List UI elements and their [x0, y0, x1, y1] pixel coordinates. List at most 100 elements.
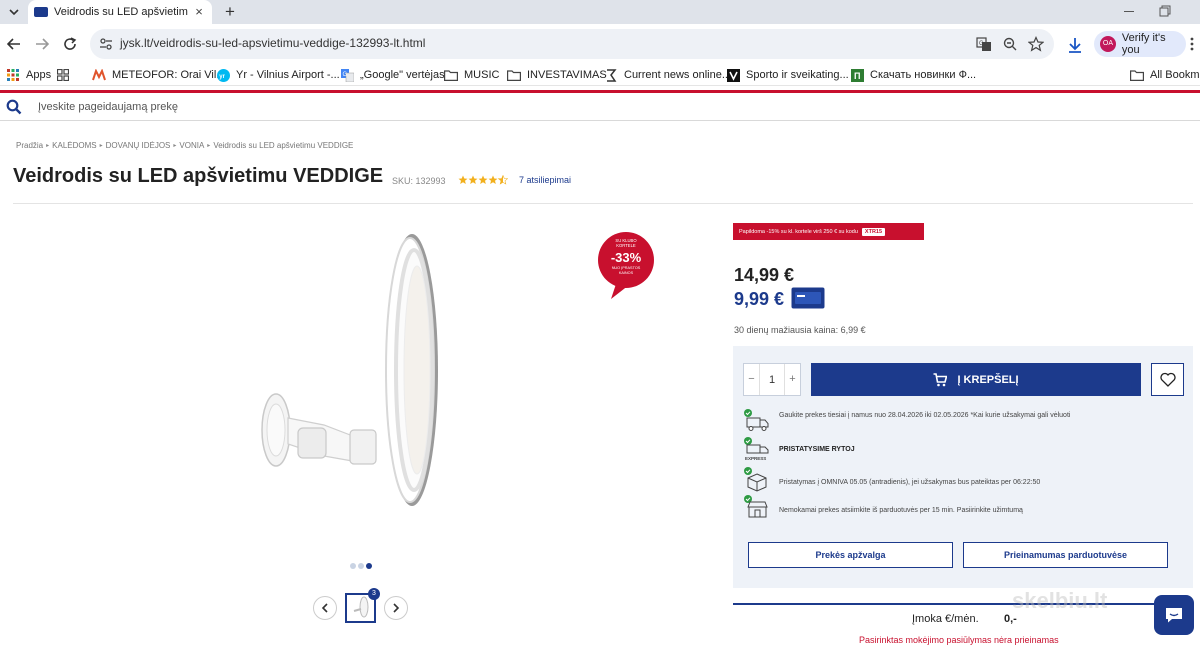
- reload-icon[interactable]: [60, 34, 80, 54]
- window-minimize-icon[interactable]: [1124, 11, 1134, 12]
- store-pickup-text: Nemokamai prekes atsiimkite iš parduotuv…: [779, 507, 1023, 514]
- search-icon[interactable]: [6, 99, 22, 115]
- address-bar[interactable]: jysk.lt/veidrodis-su-led-apsvietimu-vedd…: [90, 29, 1054, 59]
- gallery-dot[interactable]: [350, 563, 356, 569]
- breadcrumb-link[interactable]: KALĖDOMS: [52, 141, 96, 150]
- gallery-next-button[interactable]: [384, 596, 408, 620]
- product-image[interactable]: [254, 230, 454, 530]
- bookmark-label: All Bookmarks: [1150, 69, 1200, 81]
- tab-title: Veidrodis su LED apšvietimu VE: [54, 6, 188, 18]
- bookmark-skachat[interactable]: П Скачать новинки Ф...: [850, 67, 976, 83]
- star-icon: [488, 175, 498, 184]
- bookmark-meteofor[interactable]: METEOFOR: Orai Vil...: [92, 67, 225, 83]
- news-icon: [604, 68, 618, 82]
- bookmark-label: INVESTAVIMAS: [527, 69, 607, 81]
- breadcrumb-link[interactable]: VONIA: [179, 141, 204, 150]
- bookmark-sporto[interactable]: Sporto ir sveikating...: [726, 67, 849, 83]
- chat-icon: [1166, 608, 1182, 623]
- bookmark-music[interactable]: MUSIC: [444, 67, 499, 83]
- express-delivery-text: PRISTATYSIME RYTOJ: [779, 446, 855, 453]
- search-input[interactable]: [38, 97, 538, 117]
- back-icon[interactable]: [4, 34, 24, 54]
- gallery-count-badge: 3: [368, 588, 380, 600]
- bookmark-yr[interactable]: yr Yr - Vilnius Airport -...: [216, 67, 340, 83]
- v-icon: [726, 68, 740, 82]
- browser-menu-icon[interactable]: [1190, 37, 1194, 51]
- reviews-link[interactable]: 7 atsiliepimai: [519, 175, 571, 185]
- club-price: 9,99 €: [734, 289, 785, 309]
- site-info-icon[interactable]: [98, 36, 114, 52]
- watermark: skelbiu.lt: [1012, 588, 1108, 613]
- zoom-icon[interactable]: [1002, 36, 1018, 52]
- lowest-price-30d: 30 dienų mažiausia kaina: 6,99 €: [734, 325, 866, 335]
- wishlist-button[interactable]: [1151, 363, 1184, 396]
- bookmark-current-news[interactable]: Current news online...: [604, 67, 731, 83]
- installment-value: 0,-: [1004, 613, 1017, 625]
- cart-icon: [933, 372, 948, 386]
- bookmark-label: METEOFOR: Orai Vil...: [112, 69, 226, 81]
- quantity-input[interactable]: [759, 364, 785, 395]
- badge-line: KAINOS: [619, 271, 634, 275]
- badge-discount: -33%: [611, 250, 642, 265]
- chat-button[interactable]: [1154, 595, 1194, 635]
- promo-text: Papildoma -15% su kl. kortele virš 250 €…: [739, 228, 858, 235]
- folder-icon: [507, 68, 521, 82]
- omniva-delivery-row: Pristatymas į OMNIVA 05.05 (antradienis)…: [743, 466, 1183, 492]
- star-half-icon: [498, 175, 508, 185]
- svg-text:yr: yr: [219, 74, 225, 80]
- breadcrumb-separator-icon: ▸: [173, 143, 177, 149]
- window-restore-icon[interactable]: [1158, 4, 1172, 18]
- tab-close-icon[interactable]: ×: [192, 5, 206, 19]
- bookmark-label: Sporto ir sveikating...: [746, 69, 849, 81]
- svg-text:G: G: [979, 41, 984, 47]
- bookmark-label: Apps: [26, 69, 52, 81]
- regular-price: 14,99 €: [734, 265, 795, 285]
- forward-icon[interactable]: [32, 34, 52, 54]
- browser-tab[interactable]: Veidrodis su LED apšvietimu VE ×: [28, 0, 212, 24]
- add-to-cart-button[interactable]: Į KREPŠELĮ: [811, 363, 1141, 396]
- url-text: jysk.lt/veidrodis-su-led-apsvietimu-vedd…: [120, 36, 426, 50]
- gallery-dot-active[interactable]: [366, 563, 372, 569]
- club-card-icon: [791, 287, 825, 309]
- heart-icon: [1159, 372, 1176, 387]
- bookmark-star-icon[interactable]: [1028, 36, 1044, 52]
- breadcrumb-separator-icon: ▸: [207, 143, 211, 149]
- quantity-increase-button[interactable]: +: [785, 364, 800, 395]
- new-tab-icon[interactable]: +: [220, 2, 240, 22]
- bookmark-tab-groups[interactable]: [56, 67, 76, 83]
- breadcrumb-link[interactable]: Pradžia: [16, 141, 43, 150]
- bookmark-label: MUSIC: [464, 69, 500, 81]
- bookmarks-bar: Apps METEOFOR: Orai Vil... yr Yr - Vilni…: [0, 64, 1200, 86]
- meteofor-icon: [92, 68, 106, 82]
- rating-stars[interactable]: [458, 175, 508, 185]
- breadcrumb-current: Veidrodis su LED apšvietimu VEDDIGE: [213, 141, 354, 150]
- bookmark-google-translate[interactable]: G „Google" vertėjas: [340, 67, 445, 83]
- installment-panel: Įmoka €/mėn. 0,- Pasirinktas mokėjimo pa…: [733, 603, 1193, 645]
- store-availability-button[interactable]: Prieinamumas parduotuvėse: [963, 542, 1168, 568]
- translate-page-icon[interactable]: G: [976, 36, 992, 52]
- folder-icon: [1130, 68, 1144, 82]
- delivery-home-row: Gaukite prekes tiesiai į namus nuo 28.04…: [743, 408, 1183, 434]
- star-icon: [468, 175, 478, 184]
- yr-icon: yr: [216, 68, 230, 82]
- download-icon[interactable]: [1066, 36, 1084, 54]
- gallery-dots: [350, 563, 374, 569]
- tab-search-icon[interactable]: [5, 3, 23, 21]
- folder-icon: [444, 68, 458, 82]
- bookmark-apps[interactable]: Apps: [6, 67, 51, 83]
- browser-toolbar: jysk.lt/veidrodis-su-led-apsvietimu-vedd…: [0, 24, 1200, 64]
- gallery-dot[interactable]: [358, 563, 364, 569]
- product-overview-button[interactable]: Prekės apžvalga: [748, 542, 953, 568]
- breadcrumb: Pradžia ▸ KALĖDOMS ▸ DOVANŲ IDĖJOS ▸ VON…: [16, 141, 353, 150]
- buy-panel: − + Į KREPŠELĮ Gaukite prekes tiesiai į …: [733, 346, 1193, 588]
- verify-identity-button[interactable]: OA Verify it's you: [1094, 31, 1186, 57]
- promo-banner: Papildoma -15% su kl. kortele virš 250 €…: [733, 223, 924, 240]
- bookmark-investavimas[interactable]: INVESTAVIMAS: [507, 67, 607, 83]
- breadcrumb-link[interactable]: DOVANŲ IDĖJOS: [106, 141, 171, 150]
- gallery-prev-button[interactable]: [313, 596, 337, 620]
- quantity-decrease-button[interactable]: −: [744, 364, 759, 395]
- svg-text:EXPRESS: EXPRESS: [745, 456, 766, 461]
- promo-code: XTR15: [861, 227, 886, 236]
- bookmark-all[interactable]: All Bookmarks: [1130, 67, 1200, 83]
- chevron-right-icon: [393, 603, 400, 613]
